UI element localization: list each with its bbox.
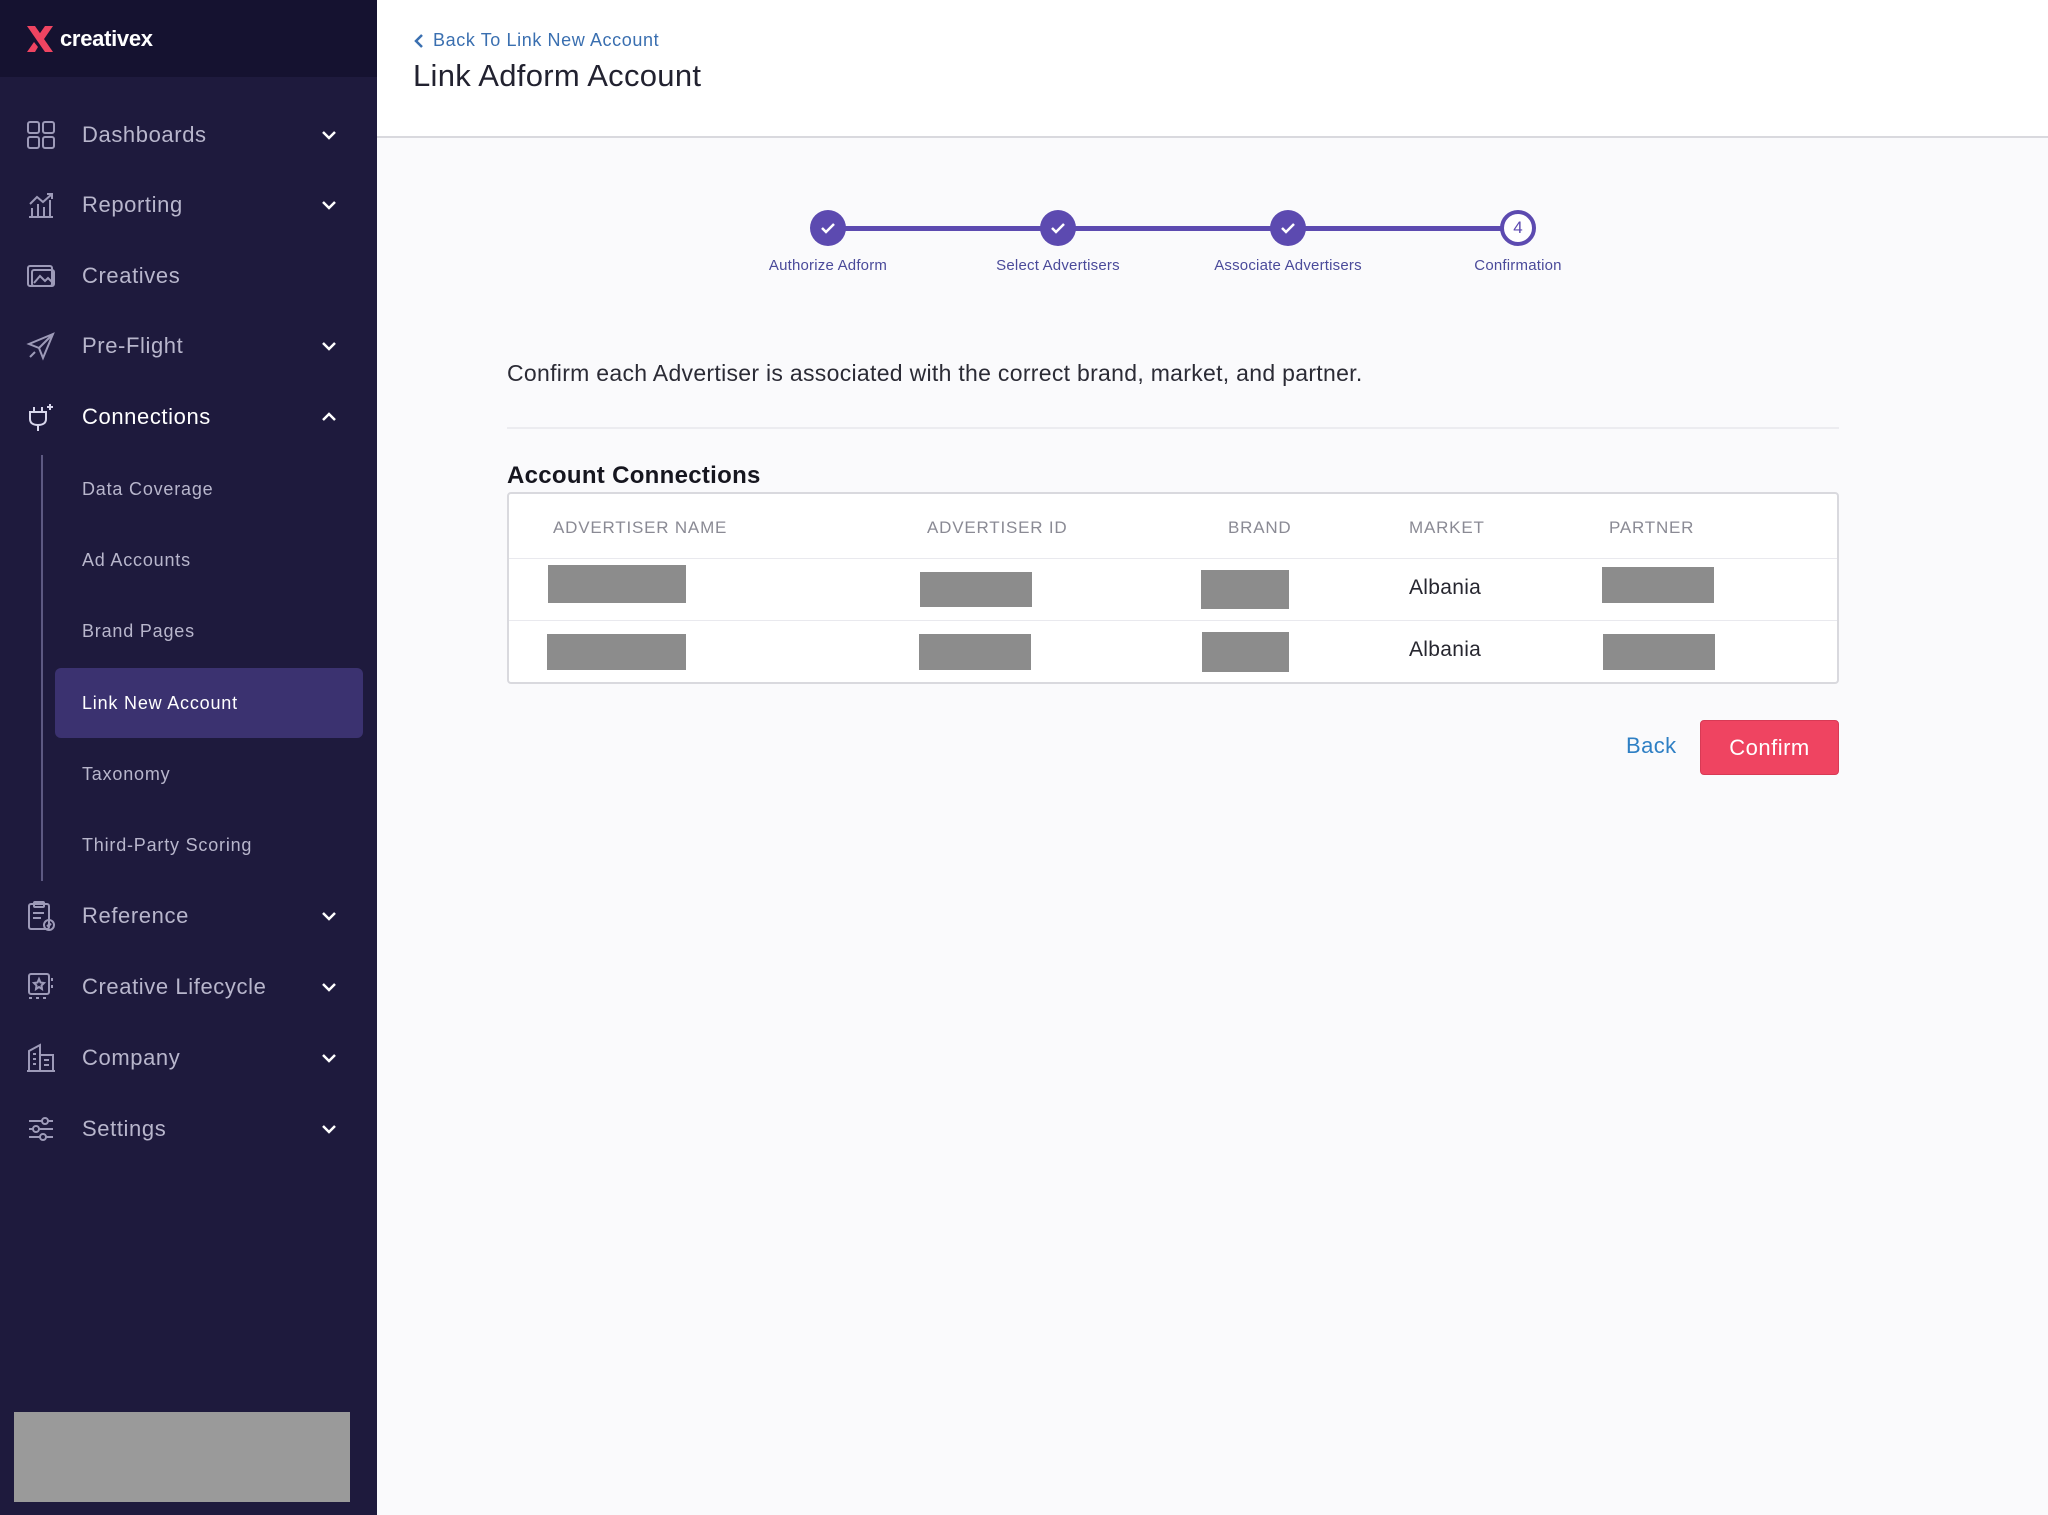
redacted-advertiser-id — [920, 572, 1032, 607]
row-divider — [509, 620, 1837, 621]
sidebar-item-label: Reporting — [82, 192, 183, 217]
step-2-check-icon — [1040, 210, 1076, 246]
section-title: Account Connections — [507, 462, 761, 489]
sidebar-subitem-label: Ad Accounts — [82, 549, 191, 570]
step-label: Select Advertisers — [996, 257, 1120, 274]
chevron-down-icon[interactable] — [318, 335, 340, 357]
logo[interactable]: creativex — [0, 0, 377, 77]
sidebar-subitem-third-party-scoring[interactable]: Third-Party Scoring — [55, 810, 363, 880]
chevron-left-icon — [414, 33, 423, 48]
creativex-logo-icon — [24, 23, 56, 55]
row-divider — [509, 558, 1837, 559]
sidebar-item-connections[interactable]: Connections — [0, 389, 377, 445]
subnav-guide-line — [41, 455, 43, 881]
sidebar-subitem-label: Brand Pages — [82, 620, 195, 641]
market-cell: Albania — [1409, 576, 1482, 599]
lifecycle-icon — [24, 970, 58, 1004]
sidebar-subitem-label: Link New Account — [82, 692, 238, 713]
sidebar-item-creative-lifecycle[interactable]: Creative Lifecycle — [0, 959, 377, 1015]
step-label: Confirmation — [1474, 257, 1562, 274]
sidebar-item-label: Reference — [82, 903, 189, 928]
sidebar-item-dashboards[interactable]: Dashboards — [0, 107, 377, 163]
chevron-down-icon[interactable] — [318, 1118, 340, 1140]
back-button[interactable]: Back — [1626, 733, 1677, 759]
sidebar-subitem-link-new-account[interactable]: Link New Account — [55, 668, 363, 738]
confirm-button[interactable]: Confirm — [1700, 720, 1839, 775]
plug-icon — [24, 400, 58, 434]
sidebar-subitem-label: Third-Party Scoring — [82, 834, 253, 855]
step-4-current: 4 — [1500, 210, 1536, 246]
sidebar-subitem-taxonomy[interactable]: Taxonomy — [55, 739, 363, 809]
back-link-label: Back To Link New Account — [433, 30, 660, 50]
user-profile-redacted[interactable] — [14, 1412, 350, 1502]
sidebar-subitem-label: Data Coverage — [82, 478, 214, 499]
chevron-down-icon[interactable] — [318, 976, 340, 998]
logo-text: creativex — [60, 25, 153, 51]
divider — [507, 427, 1839, 429]
redacted-brand — [1201, 570, 1289, 609]
chevron-up-icon[interactable] — [318, 406, 340, 428]
sidebar-item-creatives[interactable]: Creatives — [0, 248, 377, 304]
chevron-down-icon[interactable] — [318, 124, 340, 146]
sidebar: creativex Dashboards Reporting Creatives… — [0, 0, 377, 1515]
chevron-down-icon[interactable] — [318, 194, 340, 216]
back-to-link-new-account-link[interactable]: Back To Link New Account — [413, 30, 659, 51]
sidebar-item-label: Creatives — [82, 263, 181, 288]
sidebar-item-reporting[interactable]: Reporting — [0, 177, 377, 233]
sidebar-subitem-ad-accounts[interactable]: Ad Accounts — [55, 525, 363, 595]
sidebar-item-label: Company — [82, 1045, 181, 1070]
dashboard-grid-icon — [24, 118, 58, 152]
sidebar-item-label: Dashboards — [82, 122, 207, 147]
sidebar-subitem-label: Taxonomy — [82, 763, 171, 784]
sidebar-item-company[interactable]: Company — [0, 1030, 377, 1086]
step-3-check-icon — [1270, 210, 1306, 246]
paper-plane-icon — [24, 329, 58, 363]
step-label: Authorize Adform — [768, 257, 888, 274]
step-number: 4 — [1513, 218, 1523, 237]
market-cell: Albania — [1409, 638, 1482, 661]
redacted-advertiser-id — [919, 634, 1031, 670]
sidebar-item-reference[interactable]: Reference — [0, 888, 377, 944]
redacted-partner — [1602, 567, 1714, 603]
column-header: ADVERTISER NAME — [553, 518, 728, 537]
redacted-partner — [1603, 634, 1715, 670]
sidebar-item-label: Connections — [82, 404, 211, 429]
account-connections-table: ADVERTISER NAME ADVERTISER ID BRAND MARK… — [507, 492, 1839, 684]
page-title: Link Adform Account — [413, 58, 702, 93]
sidebar-item-label: Creative Lifecycle — [82, 974, 267, 999]
column-header: ADVERTISER ID — [927, 518, 1068, 537]
sliders-icon — [24, 1112, 58, 1146]
redacted-brand — [1202, 632, 1289, 672]
chart-trend-icon — [24, 188, 58, 222]
chevron-down-icon[interactable] — [318, 905, 340, 927]
column-header: MARKET — [1409, 518, 1485, 537]
column-header: BRAND — [1228, 518, 1292, 537]
column-header: PARTNER — [1609, 518, 1695, 537]
instruction-text: Confirm each Advertiser is associated wi… — [507, 360, 1363, 386]
sidebar-item-pre-flight[interactable]: Pre-Flight — [0, 318, 377, 374]
stepper-track — [828, 226, 1518, 231]
sidebar-subitem-data-coverage[interactable]: Data Coverage — [55, 454, 363, 524]
sidebar-item-label: Settings — [82, 1116, 167, 1141]
chevron-down-icon[interactable] — [318, 1047, 340, 1069]
page-header: Back To Link New Account Link Adform Acc… — [377, 0, 2048, 138]
building-icon — [24, 1041, 58, 1075]
step-1-check-icon — [810, 210, 846, 246]
sidebar-item-settings[interactable]: Settings — [0, 1101, 377, 1157]
step-label: Associate Advertisers — [1214, 257, 1362, 274]
redacted-advertiser-name — [547, 634, 686, 670]
redacted-advertiser-name — [548, 565, 686, 603]
sidebar-subitem-brand-pages[interactable]: Brand Pages — [55, 596, 363, 666]
progress-stepper: Authorize Adform Select Advertisers Asso… — [740, 200, 1640, 300]
clipboard-check-icon — [24, 899, 58, 933]
sidebar-item-label: Pre-Flight — [82, 333, 184, 358]
creatives-icon — [24, 259, 58, 293]
